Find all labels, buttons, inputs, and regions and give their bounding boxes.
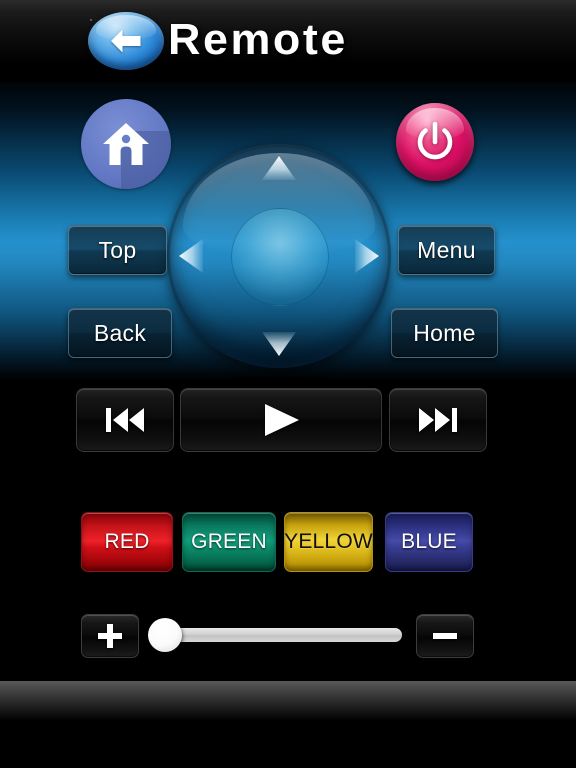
remote-app: Remote Top Back Menu Home RED GREEN YELL…: [0, 0, 576, 768]
arrow-right-icon: [355, 239, 379, 273]
dpad-right-button[interactable]: [355, 239, 379, 273]
dpad-left-button[interactable]: [179, 239, 203, 273]
back-arrow-icon: [111, 29, 141, 53]
bottom-bar: [0, 681, 576, 721]
arrow-left-icon: [179, 239, 203, 273]
home-circle-button[interactable]: [81, 99, 171, 189]
color-buttons-row: RED GREEN YELLOW BLUE: [0, 512, 576, 574]
dpad-down-button[interactable]: [262, 332, 296, 356]
volume-row: [0, 612, 576, 664]
dpad-ok-button[interactable]: [231, 208, 329, 306]
previous-track-button[interactable]: [76, 388, 174, 452]
app-header: Remote: [0, 0, 576, 82]
play-button[interactable]: [180, 388, 382, 452]
media-transport-row: [0, 388, 576, 458]
volume-slider[interactable]: [146, 614, 408, 656]
header-speck: [90, 19, 92, 21]
skip-next-icon: [419, 408, 457, 432]
blue-button[interactable]: BLUE: [385, 512, 473, 572]
volume-slider-track[interactable]: [174, 628, 402, 642]
arrow-up-icon: [262, 156, 296, 180]
play-icon: [265, 404, 299, 436]
home-house-icon: [103, 123, 149, 165]
next-track-button[interactable]: [389, 388, 487, 452]
power-icon: [417, 121, 453, 160]
power-button[interactable]: [396, 103, 474, 181]
green-button[interactable]: GREEN: [182, 512, 276, 572]
yellow-button[interactable]: YELLOW: [284, 512, 373, 572]
plus-icon: [98, 624, 122, 648]
red-button[interactable]: RED: [81, 512, 173, 572]
arrow-down-icon: [262, 332, 296, 356]
menu-button[interactable]: Menu: [398, 225, 495, 275]
volume-down-button[interactable]: [416, 614, 474, 658]
top-button[interactable]: Top: [68, 225, 167, 275]
back-button[interactable]: Back: [68, 308, 172, 358]
dpad-control[interactable]: [167, 144, 391, 368]
skip-previous-icon: [106, 408, 144, 432]
dpad-up-button[interactable]: [262, 156, 296, 180]
bottom-filler: [0, 721, 576, 768]
minus-icon: [433, 633, 457, 639]
volume-slider-thumb[interactable]: [148, 618, 182, 652]
back-navigation-button[interactable]: [88, 12, 164, 70]
home-button[interactable]: Home: [391, 308, 498, 358]
page-title: Remote: [168, 15, 348, 64]
volume-up-button[interactable]: [81, 614, 139, 658]
